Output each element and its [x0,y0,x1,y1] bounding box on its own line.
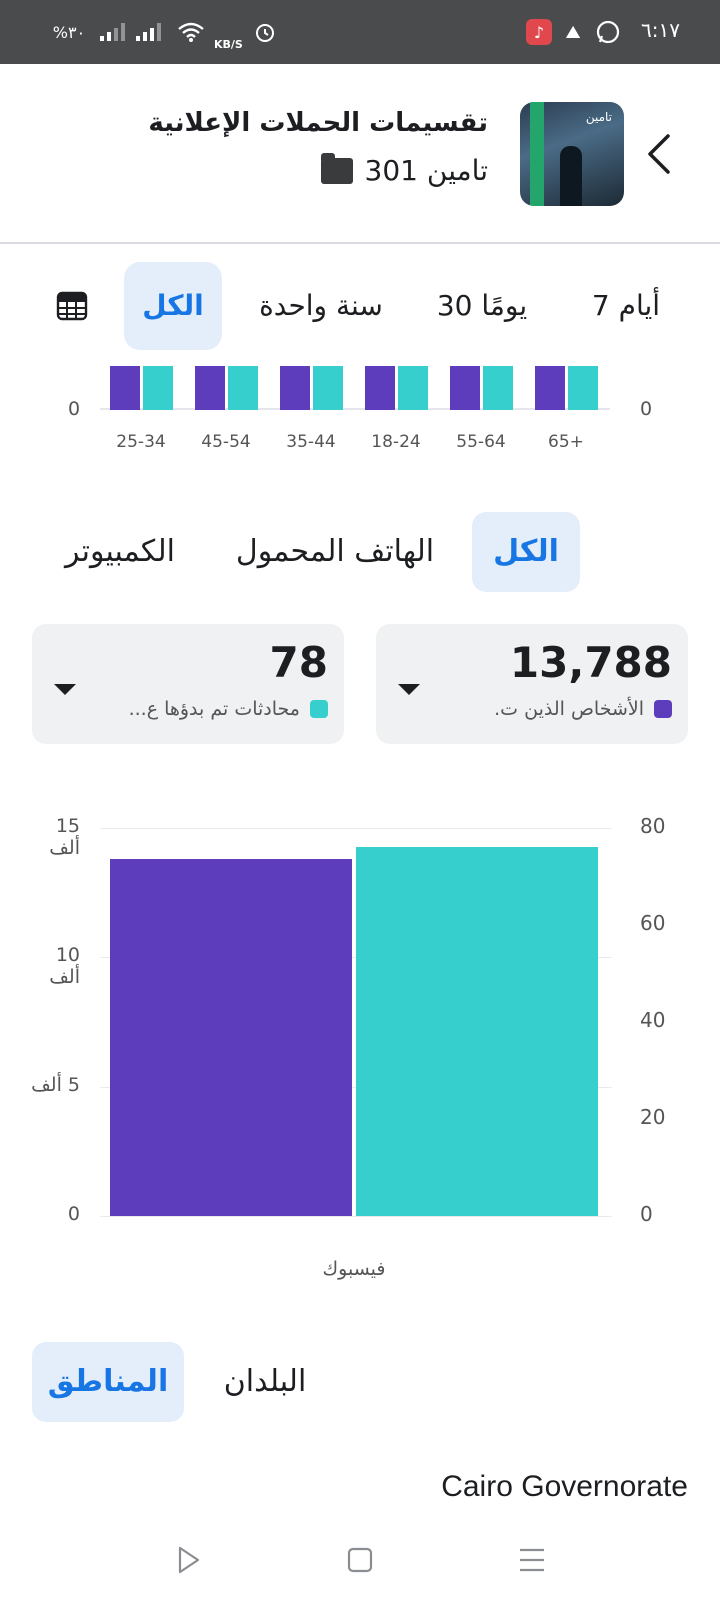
left-axis-tick: 5 ألف [31,1073,80,1096]
bar-conversations[interactable] [356,847,598,1216]
age-bar-purple [195,366,225,410]
page-title: تقسيمات الحملات الإعلانية [148,108,488,138]
alarm-icon [252,18,278,46]
age-bar-purple [450,366,480,410]
age-group-label: 25-34 [116,432,166,452]
metric-conversations-label-text: محادثات تم بدؤها ع... [128,698,300,720]
platform-bar-chart: 0 5 ألف 10 ألف 15 ألف 0 20 40 60 80 فيسبوك [0,810,720,1290]
metric-reach-value: 13,788 [509,638,672,687]
purple-swatch [654,700,672,718]
metric-conversations-label: محادثات تم بدؤها ع... [129,698,328,720]
whatsapp-icon [594,18,622,46]
right-axis-tick: 20 [640,1105,666,1129]
status-time: ٦:١٧ [641,18,680,42]
age-breakdown-chart: 0 0 25-34 45-54 35-44 18-24 55-64 65+ [0,360,720,460]
metric-card-conversations[interactable]: 78 محادثات تم بدؤها ع... [32,624,344,744]
age-group-label: 45-54 [201,432,251,452]
right-axis-tick: 80 [640,814,666,838]
system-nav-bar [0,1520,720,1600]
play-back-icon[interactable] [168,1540,208,1580]
tab-all-time[interactable]: الكل [124,262,222,350]
gridline [100,828,612,829]
age-group-label: 35-44 [286,432,336,452]
region-list-item: Cairo Governorate [441,1470,688,1503]
campaign-name: تامين 301 [320,152,488,187]
tab-7-days[interactable]: 7 أيام [576,262,676,350]
campaign-name-text: تامين 301 [364,154,488,187]
tab-30-days[interactable]: 30 يومًا [424,262,540,350]
date-range-tabs: 7 أيام 30 يومًا سنة واحدة الكل [0,262,720,350]
dropdown-arrow-icon[interactable] [54,684,76,695]
wifi-icon [176,18,206,46]
bar-reach[interactable] [110,859,352,1216]
age-bar-teal [398,366,428,410]
menu-lines-icon[interactable] [512,1540,552,1580]
campaign-header: تامين تقسيمات الحملات الإعلانية تامين 30… [0,64,720,244]
geo-tabs: المناطق البلدان [0,1342,720,1422]
metric-conversations-value: 78 [269,638,328,687]
metric-reach-label-text: الأشخاص الذين ت. [494,698,644,720]
left-axis-tick: 10 ألف [49,944,80,989]
metric-reach-label: الأشخاص الذين ت. [494,698,672,720]
teal-swatch [310,700,328,718]
age-group-label: 65+ [548,432,584,452]
mosque-icon: ⛰ [565,21,581,43]
status-bar: ٦:١٧ ♪ ⛰ KB/S %٣٠ [0,0,720,64]
right-axis-tick: 0 [640,1202,653,1226]
left-axis-tick: 15 ألف [49,815,80,859]
folder-icon [320,152,353,184]
age-bar-teal [313,366,343,410]
gridline [100,1216,612,1217]
net-speed-unit: KB/S [214,37,243,51]
signal-icon-2 [98,18,126,46]
back-chevron-icon[interactable] [640,132,680,176]
age-bar-purple [365,366,395,410]
age-bar-teal [568,366,598,410]
battery-level: %٣٠ [52,22,86,42]
tab-countries[interactable]: البلدان [210,1342,320,1422]
left-axis-tick: 0 [67,1203,80,1225]
campaign-thumbnail: تامين [520,102,624,206]
thumbnail-text: تامين [585,110,612,124]
dropdown-arrow-icon[interactable] [398,684,420,695]
tab-1-year[interactable]: سنة واحدة [248,262,394,350]
age-bar-purple [535,366,565,410]
signal-icon [134,18,162,46]
age-bar-teal [143,366,173,410]
right-axis-tick: 60 [640,911,666,935]
tab-regions[interactable]: المناطق [32,1342,184,1422]
home-square-icon[interactable] [340,1540,380,1580]
age-bar-teal [483,366,513,410]
age-bar-teal [228,366,258,410]
right-axis-tick: 40 [640,1008,666,1032]
age-bar-purple [280,366,310,410]
tab-device-desktop[interactable]: الكمبيوتر [52,512,188,592]
tab-device-all[interactable]: الكل [472,512,580,592]
x-axis-category-label: فيسبوك [322,1258,386,1280]
tab-device-mobile[interactable]: الهاتف المحمول [232,512,438,592]
age-chart-right-zero: 0 [640,398,653,420]
calendar-icon[interactable] [56,290,88,322]
age-bar-purple [110,366,140,410]
music-app-icon: ♪ [526,19,552,45]
age-group-label: 18-24 [371,432,421,452]
device-tabs: الكل الهاتف المحمول الكمبيوتر [0,512,720,592]
metric-card-reach[interactable]: 13,788 الأشخاص الذين ت. [376,624,688,744]
age-chart-left-zero: 0 [68,398,81,420]
age-group-label: 55-64 [456,432,506,452]
